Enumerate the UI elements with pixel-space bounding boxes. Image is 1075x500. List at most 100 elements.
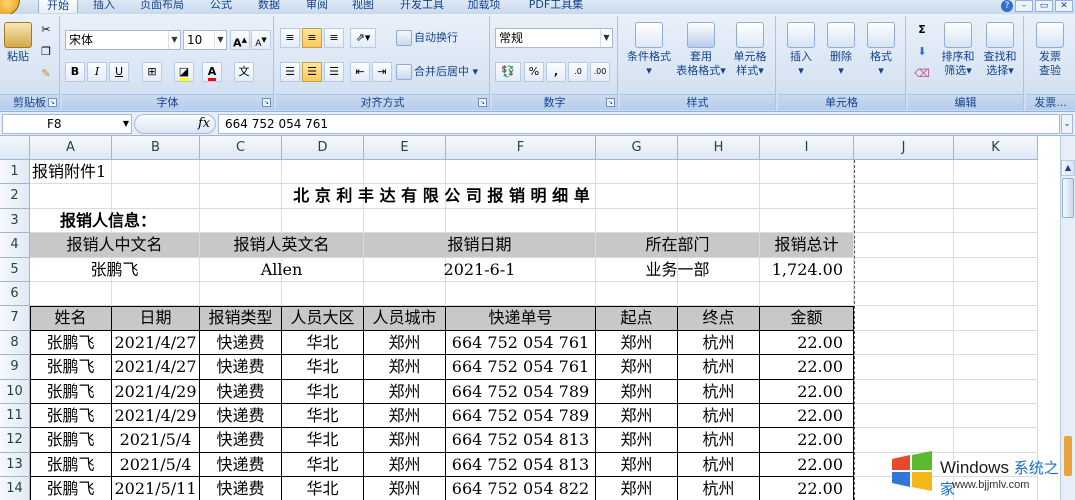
align-top-button[interactable]: ≡	[280, 28, 300, 48]
increase-indent-button[interactable]: ⇥	[372, 62, 392, 82]
grow-font-button[interactable]: A▲	[230, 30, 250, 50]
cell[interactable]	[596, 208, 678, 234]
table-data-cell[interactable]: 22.00	[760, 452, 854, 478]
row-header-8[interactable]: 8	[0, 330, 30, 356]
cell[interactable]	[446, 160, 596, 185]
table-header-cell[interactable]: 快递单号	[446, 306, 596, 331]
table-data-cell[interactable]: 华北	[282, 330, 364, 356]
cell[interactable]	[446, 282, 596, 307]
tab-home[interactable]: 开始	[38, 0, 78, 13]
table-data-cell[interactable]: 郑州	[364, 477, 446, 500]
cell[interactable]	[954, 184, 1038, 209]
table-data-cell[interactable]: 2021/4/29	[112, 404, 200, 429]
cell-styles-button[interactable]: 单元格 样式▾	[726, 22, 774, 78]
table-data-cell[interactable]: 华北	[282, 355, 364, 380]
clear-button[interactable]: ⌫	[912, 64, 932, 84]
table-data-cell[interactable]: 2021/4/29	[112, 379, 200, 404]
comma-button[interactable]: ,	[546, 62, 566, 82]
attachment-label-cell[interactable]: 报销附件1	[30, 160, 200, 185]
percent-button[interactable]: %	[524, 62, 544, 82]
wrap-text-button[interactable]: 自动换行	[396, 28, 458, 48]
increase-decimal-button[interactable]: .0	[568, 62, 588, 82]
expand-formula-bar-icon[interactable]: ⌄	[1061, 114, 1073, 134]
cell[interactable]	[760, 208, 854, 234]
column-header-F[interactable]: F	[446, 136, 596, 160]
table-data-cell[interactable]: 664 752 054 813	[446, 452, 596, 478]
table-data-cell[interactable]: 郑州	[596, 379, 678, 404]
alignment-launcher-icon[interactable]: ↘	[478, 98, 487, 107]
scroll-thumb[interactable]	[1062, 178, 1074, 218]
table-data-cell[interactable]: 快递费	[200, 355, 282, 380]
format-cells-button[interactable]: 格式 ▾	[862, 22, 900, 78]
table-data-cell[interactable]: 华北	[282, 379, 364, 404]
cell[interactable]	[596, 282, 678, 307]
table-data-cell[interactable]: 郑州	[364, 355, 446, 380]
info-value-cell[interactable]: 业务一部	[596, 257, 760, 282]
fill-button[interactable]: ⬇	[912, 42, 932, 62]
row-header-1[interactable]: 1	[0, 160, 30, 185]
cell[interactable]	[954, 330, 1038, 356]
column-header-G[interactable]: G	[596, 136, 678, 160]
cell[interactable]	[596, 160, 678, 185]
font-color-button[interactable]: A	[202, 62, 222, 82]
column-header-B[interactable]: B	[112, 136, 200, 160]
row-header-4[interactable]: 4	[0, 233, 30, 258]
cell[interactable]	[200, 282, 282, 307]
table-data-cell[interactable]: 杭州	[678, 404, 760, 429]
row-header-6[interactable]: 6	[0, 282, 30, 307]
font-size-combo[interactable]: 10 ▼	[183, 30, 227, 50]
table-data-cell[interactable]: 张鹏飞	[30, 477, 112, 500]
table-data-cell[interactable]: 华北	[282, 452, 364, 478]
cell[interactable]	[854, 282, 954, 307]
cell[interactable]	[854, 184, 954, 209]
tab-data[interactable]: 数据	[252, 0, 286, 13]
cell[interactable]	[112, 282, 200, 307]
table-data-cell[interactable]: 郑州	[364, 330, 446, 356]
table-data-cell[interactable]: 郑州	[596, 355, 678, 380]
cell[interactable]	[364, 282, 446, 307]
font-name-combo[interactable]: 宋体 ▼	[65, 30, 181, 50]
table-data-cell[interactable]: 664 752 054 789	[446, 404, 596, 429]
table-data-cell[interactable]: 快递费	[200, 330, 282, 356]
table-header-cell[interactable]: 日期	[112, 306, 200, 331]
cell[interactable]	[364, 160, 446, 185]
formula-input[interactable]: 664 752 054 761	[218, 114, 1060, 134]
tab-review[interactable]: 审阅	[300, 0, 334, 13]
merge-center-button[interactable]: 合并后居中 ▾	[396, 62, 478, 82]
phonetic-button[interactable]: 文	[234, 62, 254, 82]
table-data-cell[interactable]: 张鹏飞	[30, 404, 112, 429]
table-header-cell[interactable]: 姓名	[30, 306, 112, 331]
row-header-7[interactable]: 7	[0, 306, 30, 331]
invoice-check-button[interactable]: 发票 查验	[1030, 22, 1070, 78]
cell[interactable]	[954, 379, 1038, 404]
cell[interactable]	[282, 160, 364, 185]
table-data-cell[interactable]: 郑州	[364, 452, 446, 478]
underline-button[interactable]: U	[109, 62, 129, 82]
table-data-cell[interactable]: 664 752 054 822	[446, 477, 596, 500]
tab-page-layout[interactable]: 页面布局	[134, 0, 190, 13]
paste-button[interactable]: 粘贴	[2, 22, 34, 64]
tab-pdf-tools[interactable]: PDF工具集	[520, 0, 592, 13]
info-header-cell[interactable]: 报销总计	[760, 233, 854, 258]
column-header-A[interactable]: A	[30, 136, 112, 160]
report-title-cell[interactable]: 北 京 利 丰 达 有 限 公 司 报 销 明 细 单	[30, 184, 854, 209]
row-header-13[interactable]: 13	[0, 452, 30, 478]
row-header-9[interactable]: 9	[0, 355, 30, 380]
format-as-table-button[interactable]: 套用 表格格式▾	[674, 22, 728, 78]
column-header-H[interactable]: H	[678, 136, 760, 160]
table-data-cell[interactable]: 664 752 054 789	[446, 379, 596, 404]
table-data-cell[interactable]: 杭州	[678, 452, 760, 478]
cell[interactable]	[760, 160, 854, 185]
table-data-cell[interactable]: 张鹏飞	[30, 330, 112, 356]
minimize-button[interactable]: –	[1015, 0, 1033, 12]
table-data-cell[interactable]: 杭州	[678, 379, 760, 404]
tab-insert[interactable]: 插入	[88, 0, 120, 13]
chevron-down-icon[interactable]: ▼	[168, 31, 180, 49]
column-header-J[interactable]: J	[854, 136, 954, 160]
row-header-11[interactable]: 11	[0, 404, 30, 429]
table-data-cell[interactable]: 22.00	[760, 477, 854, 500]
tab-addins[interactable]: 加载项	[462, 0, 506, 13]
table-data-cell[interactable]: 郑州	[596, 428, 678, 453]
scroll-up-icon[interactable]: ▲	[1061, 160, 1075, 176]
info-header-cell[interactable]: 所在部门	[596, 233, 760, 258]
